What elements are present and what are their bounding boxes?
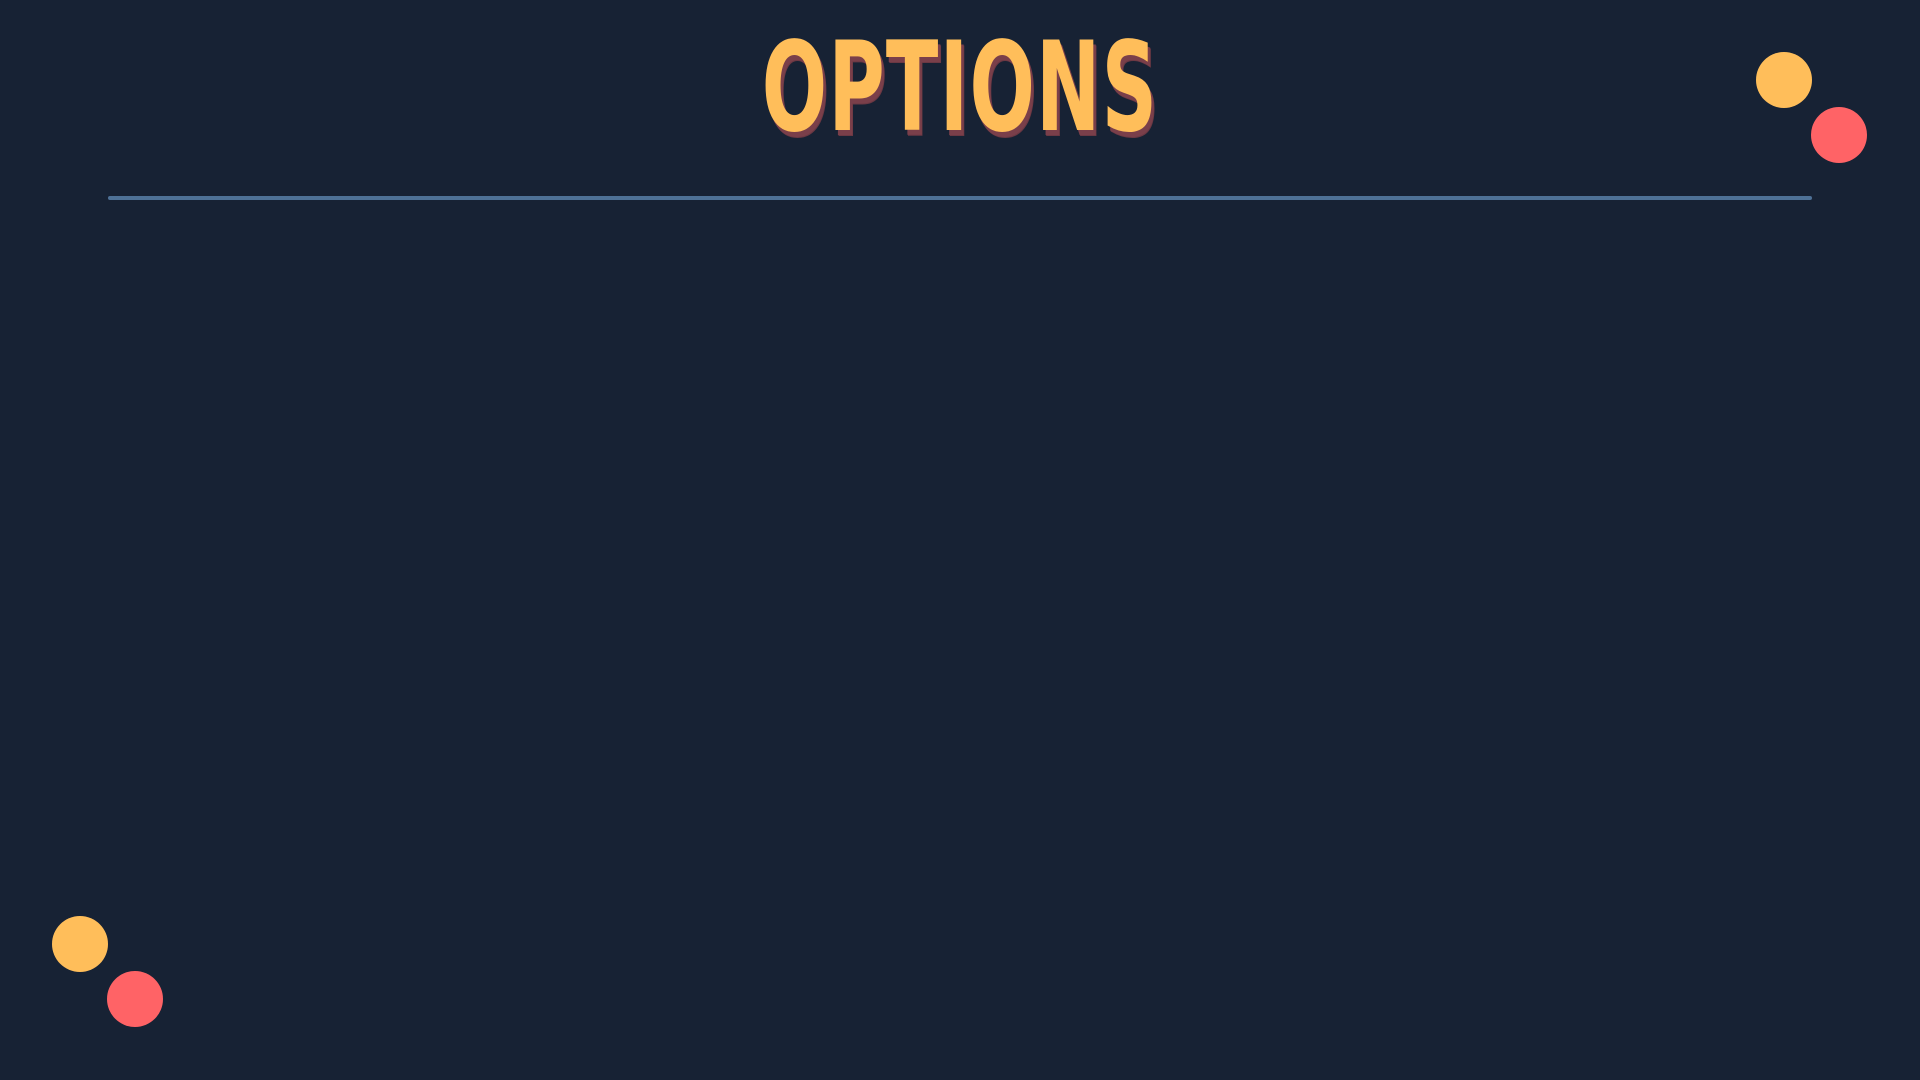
- accent-dot-red-bottom-left: [107, 971, 163, 1027]
- slide-title: OPTIONS: [761, 16, 1159, 160]
- accent-dot-red-top-right: [1811, 107, 1867, 163]
- accent-dot-yellow-bottom-left: [52, 916, 108, 972]
- accent-dot-yellow-top-right: [1756, 52, 1812, 108]
- title-divider: [108, 196, 1812, 200]
- slide-canvas: OPTIONS: [0, 0, 1920, 1080]
